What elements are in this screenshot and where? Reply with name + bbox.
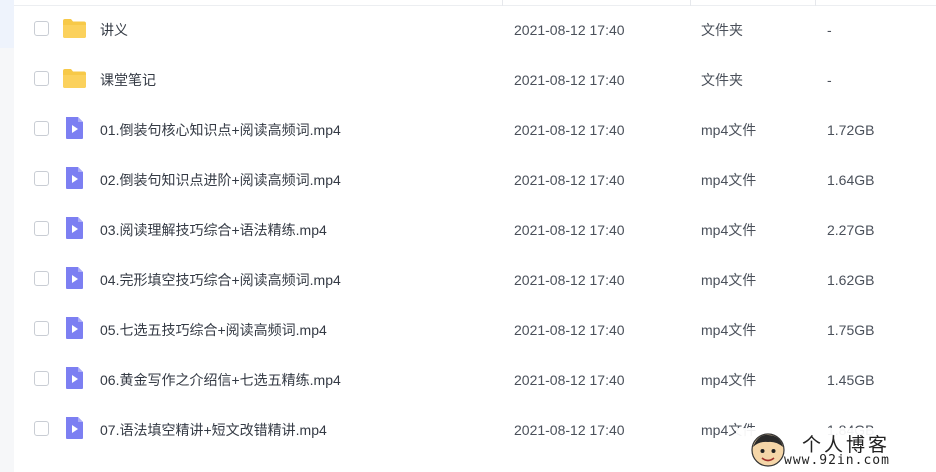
file-size: 1.75GB [827,322,875,338]
watermark-url: www.92in.com [784,453,890,468]
modified-date: 2021-08-12 17:40 [514,172,625,188]
table-row[interactable]: 06.黄金写作之介绍信+七选五精练.mp4 2021-08-12 17:40 mp4… [14,355,936,405]
file-name[interactable]: 07.语法填空精讲+短文改错精讲.mp4 [100,405,327,455]
file-size: 1.62GB [827,272,875,288]
folder-icon [63,69,86,88]
video-file-icon [66,217,83,239]
file-name[interactable]: 讲义 [100,5,128,55]
row-checkbox[interactable] [34,321,49,336]
row-checkbox[interactable] [34,71,49,86]
file-size: 2.27GB [827,222,875,238]
table-row[interactable]: 04.完形填空技巧综合+阅读高频词.mp4 2021-08-12 17:40 mp4… [14,255,936,305]
modified-date: 2021-08-12 17:40 [514,72,625,88]
watermark: 个人博客 www.92in.com [736,428,936,472]
modified-date: 2021-08-12 17:40 [514,422,625,438]
table-row[interactable]: 课堂笔记 2021-08-12 17:40 文件夹 - [14,55,936,105]
file-type: mp4文件 [701,322,757,338]
file-type: 文件夹 [701,72,743,88]
video-file-icon [66,367,83,389]
file-name[interactable]: 05.七选五技巧综合+阅读高频词.mp4 [100,305,327,355]
table-row[interactable]: 02.倒装句知识点进阶+阅读高频词.mp4 2021-08-12 17:40 mp4… [14,155,936,205]
file-type: mp4文件 [701,372,757,388]
folder-icon [63,19,86,38]
modified-date: 2021-08-12 17:40 [514,22,625,38]
file-name[interactable]: 01.倒装句核心知识点+阅读高频词.mp4 [100,105,341,155]
file-size: 1.64GB [827,172,875,188]
row-checkbox[interactable] [34,21,49,36]
video-file-icon [66,117,83,139]
file-size: - [827,22,832,38]
table-row[interactable]: 05.七选五技巧综合+阅读高频词.mp4 2021-08-12 17:40 mp4文… [14,305,936,355]
modified-date: 2021-08-12 17:40 [514,372,625,388]
table-row[interactable]: 03.阅读理解技巧综合+语法精练.mp4 2021-08-12 17:40 mp4文… [14,205,936,255]
video-file-icon [66,317,83,339]
modified-date: 2021-08-12 17:40 [514,322,625,338]
file-manager: 讲义 2021-08-12 17:40 文件夹 - 课堂笔记 2021-08-12 17:… [0,0,936,472]
row-checkbox[interactable] [34,371,49,386]
file-name[interactable]: 02.倒装句知识点进阶+阅读高频词.mp4 [100,155,341,205]
file-name[interactable]: 课堂笔记 [100,55,156,105]
table-row[interactable]: 讲义 2021-08-12 17:40 文件夹 - [14,5,936,55]
file-name[interactable]: 03.阅读理解技巧综合+语法精练.mp4 [100,205,327,255]
file-name[interactable]: 04.完形填空技巧综合+阅读高频词.mp4 [100,255,341,305]
file-size: 1.72GB [827,122,875,138]
sidebar-selected-item[interactable] [0,0,14,48]
row-checkbox[interactable] [34,171,49,186]
video-file-icon [66,167,83,189]
row-checkbox[interactable] [34,221,49,236]
modified-date: 2021-08-12 17:40 [514,222,625,238]
file-size: - [827,72,832,88]
file-type: 文件夹 [701,22,743,38]
sidebar-edge [0,0,14,472]
file-type: mp4文件 [701,172,757,188]
modified-date: 2021-08-12 17:40 [514,122,625,138]
row-checkbox[interactable] [34,271,49,286]
file-type: mp4文件 [701,122,757,138]
file-name[interactable]: 06.黄金写作之介绍信+七选五精练.mp4 [100,355,341,405]
row-checkbox[interactable] [34,121,49,136]
cartoon-face-logo [751,433,785,467]
row-checkbox[interactable] [34,421,49,436]
file-type: mp4文件 [701,272,757,288]
table-row[interactable]: 01.倒装句核心知识点+阅读高频词.mp4 2021-08-12 17:40 mp4… [14,105,936,155]
file-type: mp4文件 [701,222,757,238]
video-file-icon [66,267,83,289]
file-size: 1.45GB [827,372,875,388]
modified-date: 2021-08-12 17:40 [514,272,625,288]
video-file-icon [66,417,83,439]
